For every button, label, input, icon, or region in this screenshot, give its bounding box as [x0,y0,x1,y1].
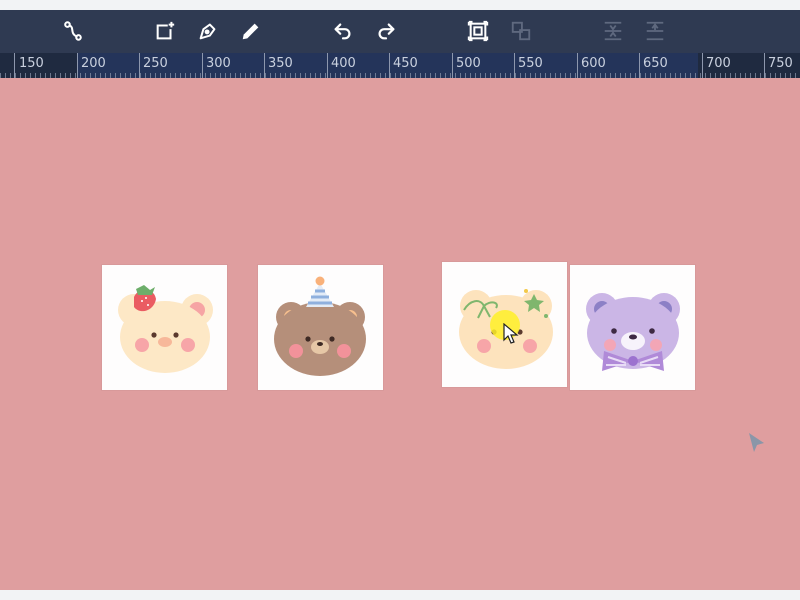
connector-icon [64,21,82,41]
mouse-pointer-icon [503,323,519,344]
align-middle-button[interactable] [598,16,628,46]
ruler-label: 550 [518,56,543,71]
ruler-label: 300 [206,56,231,71]
undo-button[interactable] [328,16,358,46]
strawberry-bear-image [118,285,213,373]
ungroup-icon [511,21,531,41]
sticker-party-hat-bear[interactable] [258,265,383,390]
add-frame-icon [156,21,175,40]
ruler-tick [702,53,703,78]
align-top-button[interactable] [640,16,670,46]
ruler-label: 600 [581,56,606,71]
ruler-label: 650 [643,56,668,71]
ruler-label: 750 [768,56,793,71]
ruler-tick [577,53,578,78]
connector-tool[interactable] [58,16,88,46]
ruler-label: 400 [331,56,356,71]
top-border [0,0,800,10]
add-shape-tool[interactable] [150,16,180,46]
ruler-label: 700 [706,56,731,71]
bowtie-bear-image [586,293,680,371]
ruler-label: 500 [456,56,481,71]
pen-nib-icon [199,23,216,40]
sticker-bowtie-bear[interactable] [570,265,695,390]
party-hat-bear-image [274,276,366,376]
toolbar [0,10,800,53]
ruler-label: 150 [19,56,44,71]
horizontal-ruler[interactable]: 150 200 250 300 350 400 450 500 550 600 … [0,53,800,78]
ruler-tick [264,53,265,78]
collaborator-cursor-icon [749,433,764,452]
ruler-tick [389,53,390,78]
bottom-border [0,590,800,600]
ruler-tick [514,53,515,78]
pencil-icon [242,23,259,40]
ruler-label: 200 [81,56,106,71]
ruler-tick [77,53,78,78]
ruler-tick [14,53,15,78]
align-middle-icon [604,21,622,41]
sticker-strawberry-bear[interactable] [102,265,227,390]
ungroup-button[interactable] [506,16,536,46]
ruler-tick [639,53,640,78]
align-top-icon [646,21,664,41]
ruler-label: 250 [143,56,168,71]
ruler-tick [327,53,328,78]
group-icon [467,20,489,42]
ruler-label: 450 [393,56,418,71]
ruler-tick [202,53,203,78]
ruler-tick [452,53,453,78]
ruler-tick [764,53,765,78]
undo-icon [334,23,351,40]
pen-tool[interactable] [193,16,223,46]
group-button[interactable] [463,16,493,46]
redo-icon [378,23,395,40]
pencil-tool[interactable] [236,16,266,46]
ruler-label: 350 [268,56,293,71]
ruler-tick [139,53,140,78]
redo-button[interactable] [371,16,401,46]
